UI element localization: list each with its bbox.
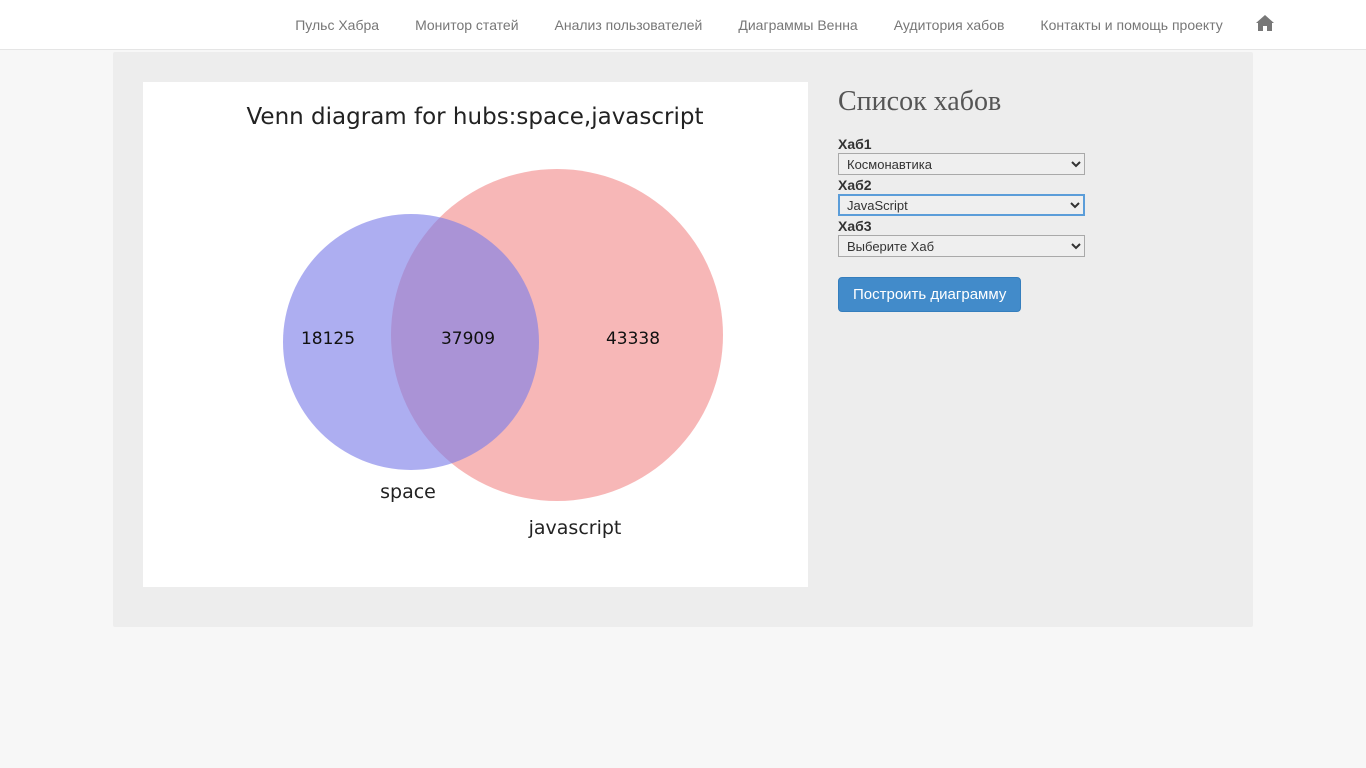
venn-count-intersection: 37909 — [441, 329, 495, 349]
hub2-select[interactable]: JavaScript — [838, 194, 1085, 216]
venn-svg: Venn diagram for hubs:space,javascript 1… — [143, 82, 808, 587]
hub1-label: Хаб1 — [838, 136, 1223, 152]
form-group-hub2: Хаб2 JavaScript — [838, 177, 1223, 216]
form-group-hub3: Хаб3 Выберите Хаб — [838, 218, 1223, 257]
nav-item-venn[interactable]: Диаграммы Венна — [720, 2, 875, 48]
nav-item-pulse[interactable]: Пульс Хабра — [277, 2, 397, 48]
navbar: Пульс Хабра Монитор статей Анализ пользо… — [0, 0, 1366, 50]
venn-label-right: javascript — [528, 517, 622, 539]
nav-item-contacts[interactable]: Контакты и помощь проекту — [1022, 2, 1240, 48]
nav-item-audience[interactable]: Аудитория хабов — [876, 2, 1023, 48]
form-group-hub1: Хаб1 Космонавтика — [838, 136, 1223, 175]
chart-title: Venn diagram for hubs:space,javascript — [246, 104, 703, 130]
venn-count-left: 18125 — [301, 329, 355, 349]
main-container: Venn diagram for hubs:space,javascript 1… — [113, 52, 1253, 627]
sidebar: Список хабов Хаб1 Космонавтика Хаб2 Java… — [838, 82, 1223, 587]
nav-item-monitor[interactable]: Монитор статей — [397, 2, 536, 48]
venn-chart: Venn diagram for hubs:space,javascript 1… — [143, 82, 808, 587]
hub3-select[interactable]: Выберите Хаб — [838, 235, 1085, 257]
build-diagram-button[interactable]: Построить диаграмму — [838, 277, 1021, 312]
navbar-nav: Пульс Хабра Монитор статей Анализ пользо… — [277, 2, 1289, 48]
sidebar-title: Список хабов — [838, 86, 1223, 118]
hub2-label: Хаб2 — [838, 177, 1223, 193]
hub3-label: Хаб3 — [838, 218, 1223, 234]
hub1-select[interactable]: Космонавтика — [838, 153, 1085, 175]
venn-label-left: space — [380, 481, 436, 503]
panel: Venn diagram for hubs:space,javascript 1… — [113, 52, 1253, 627]
nav-item-user-analysis[interactable]: Анализ пользователей — [537, 2, 721, 48]
venn-count-right: 43338 — [606, 329, 660, 349]
home-icon[interactable] — [1241, 3, 1289, 46]
